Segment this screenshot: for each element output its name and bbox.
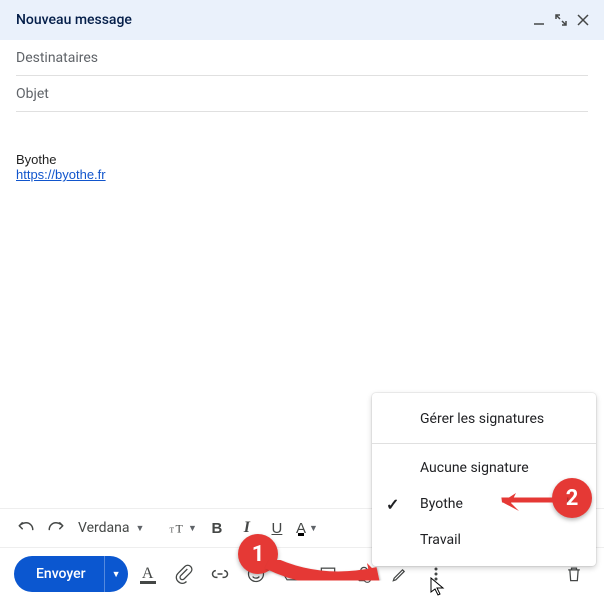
manage-signatures-item[interactable]: Gérer les signatures — [372, 401, 596, 437]
signature-option-byothe[interactable]: ✓ Byothe — [372, 486, 596, 522]
subject-field[interactable]: Objet — [16, 76, 588, 112]
svg-text:T: T — [170, 526, 175, 535]
bold-button[interactable]: B — [203, 514, 231, 542]
chevron-down-icon: ▼ — [188, 523, 197, 534]
titlebar-actions — [530, 11, 592, 29]
signature-option-none[interactable]: Aucune signature — [372, 450, 596, 486]
minimize-button[interactable] — [530, 11, 548, 29]
recipients-field[interactable]: Destinataires — [16, 40, 588, 76]
signature-link[interactable]: https://byothe.fr — [16, 167, 106, 182]
send-button-group: Envoyer ▼ — [14, 556, 128, 592]
underline-button[interactable]: U — [263, 514, 291, 542]
signature-menu: Gérer les signatures Aucune signature ✓ … — [372, 393, 596, 566]
chevron-down-icon: ▼ — [309, 523, 318, 533]
italic-button[interactable]: I — [233, 514, 261, 542]
window-title: Nouveau message — [16, 12, 132, 28]
titlebar: Nouveau message — [0, 0, 604, 40]
font-size-selector[interactable]: TT ▼ — [164, 519, 201, 537]
formatting-toggle-button[interactable]: A — [132, 558, 164, 590]
drive-button[interactable] — [276, 558, 308, 590]
insert-image-button[interactable] — [312, 558, 344, 590]
close-button[interactable] — [574, 11, 592, 29]
signature-option-travail[interactable]: Travail — [372, 522, 596, 558]
signature-byothe-label: Byothe — [420, 496, 463, 512]
recipients-placeholder: Destinataires — [16, 50, 98, 66]
send-options-button[interactable]: ▼ — [104, 556, 128, 592]
svg-text:T: T — [176, 522, 184, 536]
insert-link-button[interactable] — [204, 558, 236, 590]
font-selector[interactable]: Verdana ▼ — [72, 514, 162, 542]
signature-none-label: Aucune signature — [420, 460, 529, 476]
menu-divider — [372, 443, 596, 444]
chevron-down-icon: ▼ — [136, 523, 145, 534]
text-color-button[interactable]: A ▼ — [293, 514, 321, 542]
send-button[interactable]: Envoyer — [14, 556, 104, 592]
redo-button[interactable] — [42, 514, 70, 542]
check-icon: ✓ — [386, 495, 399, 514]
signature-name: Byothe — [16, 152, 588, 167]
subject-placeholder: Objet — [16, 86, 49, 102]
undo-button[interactable] — [12, 514, 40, 542]
emoji-button[interactable] — [240, 558, 272, 590]
fullscreen-button[interactable] — [552, 11, 570, 29]
header-fields: Destinataires Objet — [0, 40, 604, 112]
attach-button[interactable] — [168, 558, 200, 590]
signature-travail-label: Travail — [420, 532, 461, 548]
font-name: Verdana — [78, 520, 130, 536]
manage-signatures-label: Gérer les signatures — [420, 411, 544, 427]
